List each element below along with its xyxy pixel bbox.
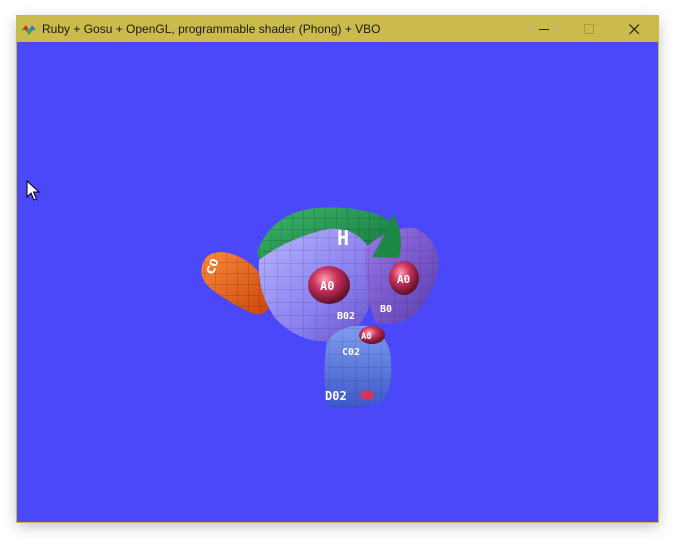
label-eye-right: A0 xyxy=(397,273,410,286)
close-button[interactable] xyxy=(612,16,657,42)
label-nose: A0 xyxy=(361,332,372,342)
monkey-head-model: C0 H A0 A0 B02 B0 A0 C02 D02 xyxy=(201,207,439,408)
app-icon xyxy=(22,25,36,35)
label-head-top: H xyxy=(337,226,349,250)
minimize-button[interactable] xyxy=(522,16,567,42)
app-window: Ruby + Gosu + OpenGL, programmable shade… xyxy=(17,16,658,522)
label-eye-left: A0 xyxy=(320,279,334,293)
close-icon xyxy=(629,24,640,35)
opengl-viewport[interactable]: C0 H A0 A0 B02 B0 A0 C02 D02 xyxy=(17,42,658,522)
label-mouth: C02 xyxy=(342,347,360,358)
maximize-icon xyxy=(584,24,594,34)
label-chin: D02 xyxy=(325,389,347,403)
maximize-button[interactable] xyxy=(567,16,612,42)
label-cheek-right: B0 xyxy=(380,304,392,315)
title-bar[interactable]: Ruby + Gosu + OpenGL, programmable shade… xyxy=(17,16,658,42)
minimize-icon xyxy=(539,29,549,30)
window-title: Ruby + Gosu + OpenGL, programmable shade… xyxy=(42,22,381,36)
label-cheek-left: B02 xyxy=(337,311,355,322)
